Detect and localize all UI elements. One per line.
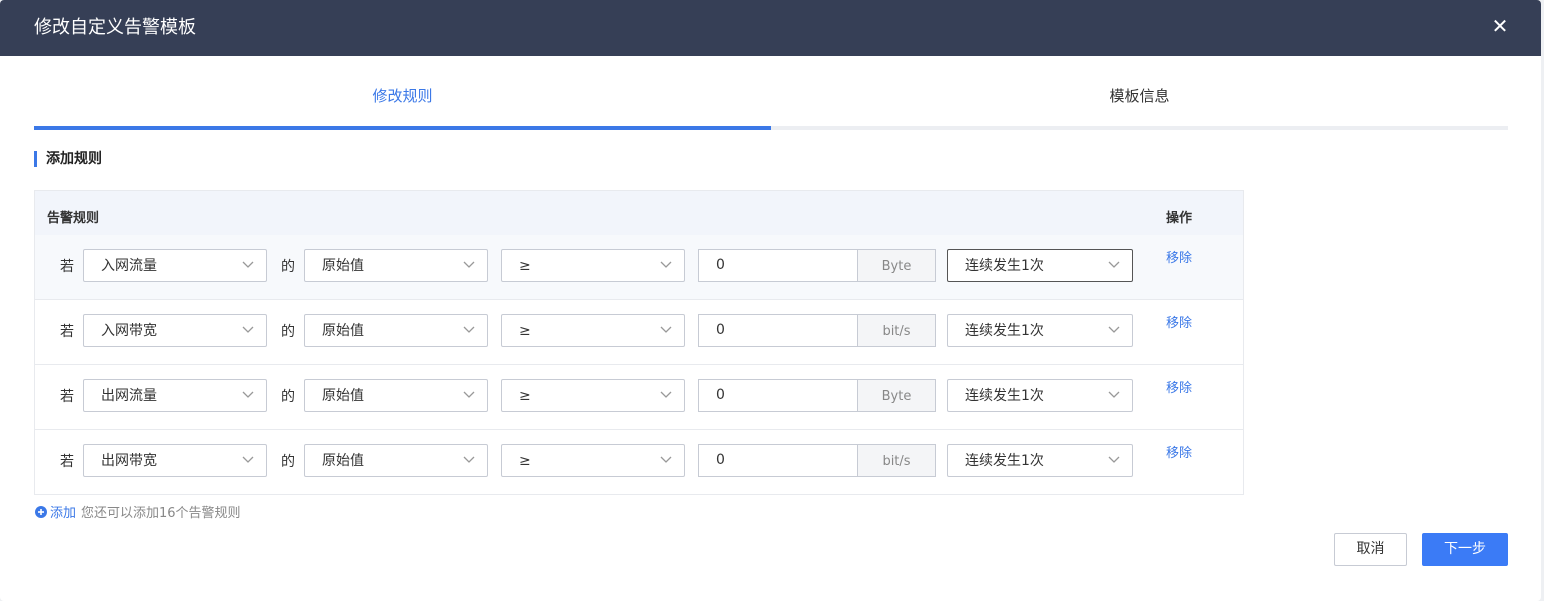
threshold-input[interactable]: 0 [698, 314, 858, 347]
dialog-title: 修改自定义告警模板 [34, 17, 196, 38]
chevron-down-icon [660, 391, 672, 398]
metric-value: 出网流量 [101, 388, 157, 404]
if-label: 若 [60, 259, 74, 275]
chevron-down-icon [660, 456, 672, 463]
frequency-select[interactable]: 连续发生1次 [947, 249, 1133, 282]
tab-bar: 修改规则 模板信息 [34, 56, 1508, 130]
add-rule-link[interactable]: 添加 [50, 506, 76, 521]
frequency-value: 连续发生1次 [965, 388, 1044, 404]
header-rule: 告警规则 [47, 211, 100, 226]
if-label: 若 [60, 389, 74, 405]
next-step-button[interactable]: 下一步 [1422, 533, 1508, 566]
of-label: 的 [281, 454, 295, 470]
chevron-down-icon [242, 456, 254, 463]
frequency-value: 连续发生1次 [965, 453, 1044, 469]
table-row: 若 入网带宽 的 原始值 ≥0 bit/s 连续发生1次 移除 [35, 299, 1243, 364]
threshold-input[interactable]: 0 [698, 249, 858, 282]
alarm-template-dialog: 修改自定义告警模板 ✕ 修改规则 模板信息 添加规则 告警规则 操作 若 入网流量… [0, 0, 1541, 601]
remove-rule-link[interactable]: 移除 [1166, 247, 1192, 266]
frequency-value: 连续发生1次 [965, 323, 1044, 339]
chevron-down-icon [660, 261, 672, 268]
calc-value: 原始值 [322, 323, 364, 339]
operator-select[interactable]: ≥ [501, 314, 685, 347]
metric-select[interactable]: 出网带宽 [83, 444, 267, 477]
tab-template-info[interactable]: 模板信息 [771, 56, 1508, 126]
chevron-down-icon [1108, 326, 1120, 333]
add-rule-hint: 您还可以添加16个告警规则 [81, 506, 241, 521]
metric-value: 出网带宽 [101, 453, 157, 469]
metric-select[interactable]: 入网流量 [83, 249, 267, 282]
rules-table: 告警规则 操作 若入网流量的原始值 ≥0 Byte 连续发生1次 移除若入网带宽的原始值… [34, 190, 1244, 495]
operator-value: ≥ [519, 323, 531, 339]
chevron-down-icon [1108, 261, 1120, 268]
chevron-down-icon [463, 391, 475, 398]
chevron-down-icon [1108, 456, 1120, 463]
chevron-down-icon [660, 326, 672, 333]
calc-select[interactable]: 原始值 [304, 314, 488, 347]
if-label: 若 [60, 324, 74, 340]
tab-edit-rules[interactable]: 修改规则 [34, 56, 771, 126]
dialog-header: 修改自定义告警模板 ✕ [0, 0, 1541, 56]
table-row: 若 出网流量 的 原始值 ≥0 Byte 连续发生1次 移除 [35, 364, 1243, 429]
chevron-down-icon [463, 456, 475, 463]
frequency-value: 连续发生1次 [965, 258, 1044, 274]
operator-value: ≥ [519, 453, 531, 469]
of-label: 的 [281, 259, 295, 275]
calc-select[interactable]: 原始值 [304, 249, 488, 282]
unit-addon: bit/s [857, 314, 936, 347]
calc-select[interactable]: 原始值 [304, 444, 488, 477]
cancel-button[interactable]: 取消 [1334, 533, 1407, 566]
metric-select[interactable]: 出网流量 [83, 379, 267, 412]
threshold-input[interactable]: 0 [698, 444, 858, 477]
of-label: 的 [281, 389, 295, 405]
chevron-down-icon [242, 326, 254, 333]
operator-value: ≥ [519, 258, 531, 274]
operator-value: ≥ [519, 388, 531, 404]
calc-value: 原始值 [322, 453, 364, 469]
unit-addon: Byte [857, 379, 936, 412]
section-title: 添加规则 [34, 151, 102, 167]
operator-select[interactable]: ≥ [501, 249, 685, 282]
metric-select[interactable]: 入网带宽 [83, 314, 267, 347]
add-rule-line: 添加 您还可以添加16个告警规则 [35, 506, 241, 522]
remove-rule-link[interactable]: 移除 [1166, 312, 1192, 331]
metric-value: 入网带宽 [101, 323, 157, 339]
if-label: 若 [60, 454, 74, 470]
calc-value: 原始值 [322, 388, 364, 404]
table-header: 告警规则 操作 [35, 191, 1243, 235]
metric-value: 入网流量 [101, 258, 157, 274]
table-row: 若 出网带宽 的 原始值 ≥0 bit/s 连续发生1次 移除 [35, 429, 1243, 494]
remove-rule-link[interactable]: 移除 [1166, 377, 1192, 396]
tab-active-indicator [34, 126, 771, 130]
frequency-select[interactable]: 连续发生1次 [947, 379, 1133, 412]
header-action: 操作 [1166, 211, 1193, 226]
calc-value: 原始值 [322, 258, 364, 274]
chevron-down-icon [463, 261, 475, 268]
close-icon[interactable]: ✕ [1489, 14, 1511, 38]
chevron-down-icon [463, 326, 475, 333]
frequency-select[interactable]: 连续发生1次 [947, 314, 1133, 347]
chevron-down-icon [242, 391, 254, 398]
plus-circle-icon[interactable] [35, 506, 47, 518]
chevron-down-icon [242, 261, 254, 268]
operator-select[interactable]: ≥ [501, 444, 685, 477]
of-label: 的 [281, 324, 295, 340]
chevron-down-icon [1108, 391, 1120, 398]
calc-select[interactable]: 原始值 [304, 379, 488, 412]
operator-select[interactable]: ≥ [501, 379, 685, 412]
unit-addon: bit/s [857, 444, 936, 477]
frequency-select[interactable]: 连续发生1次 [947, 444, 1133, 477]
remove-rule-link[interactable]: 移除 [1166, 442, 1192, 461]
unit-addon: Byte [857, 249, 936, 282]
threshold-input[interactable]: 0 [698, 379, 858, 412]
table-row: 若 入网流量 的 原始值 ≥0 Byte 连续发生1次 移除 [35, 235, 1243, 299]
